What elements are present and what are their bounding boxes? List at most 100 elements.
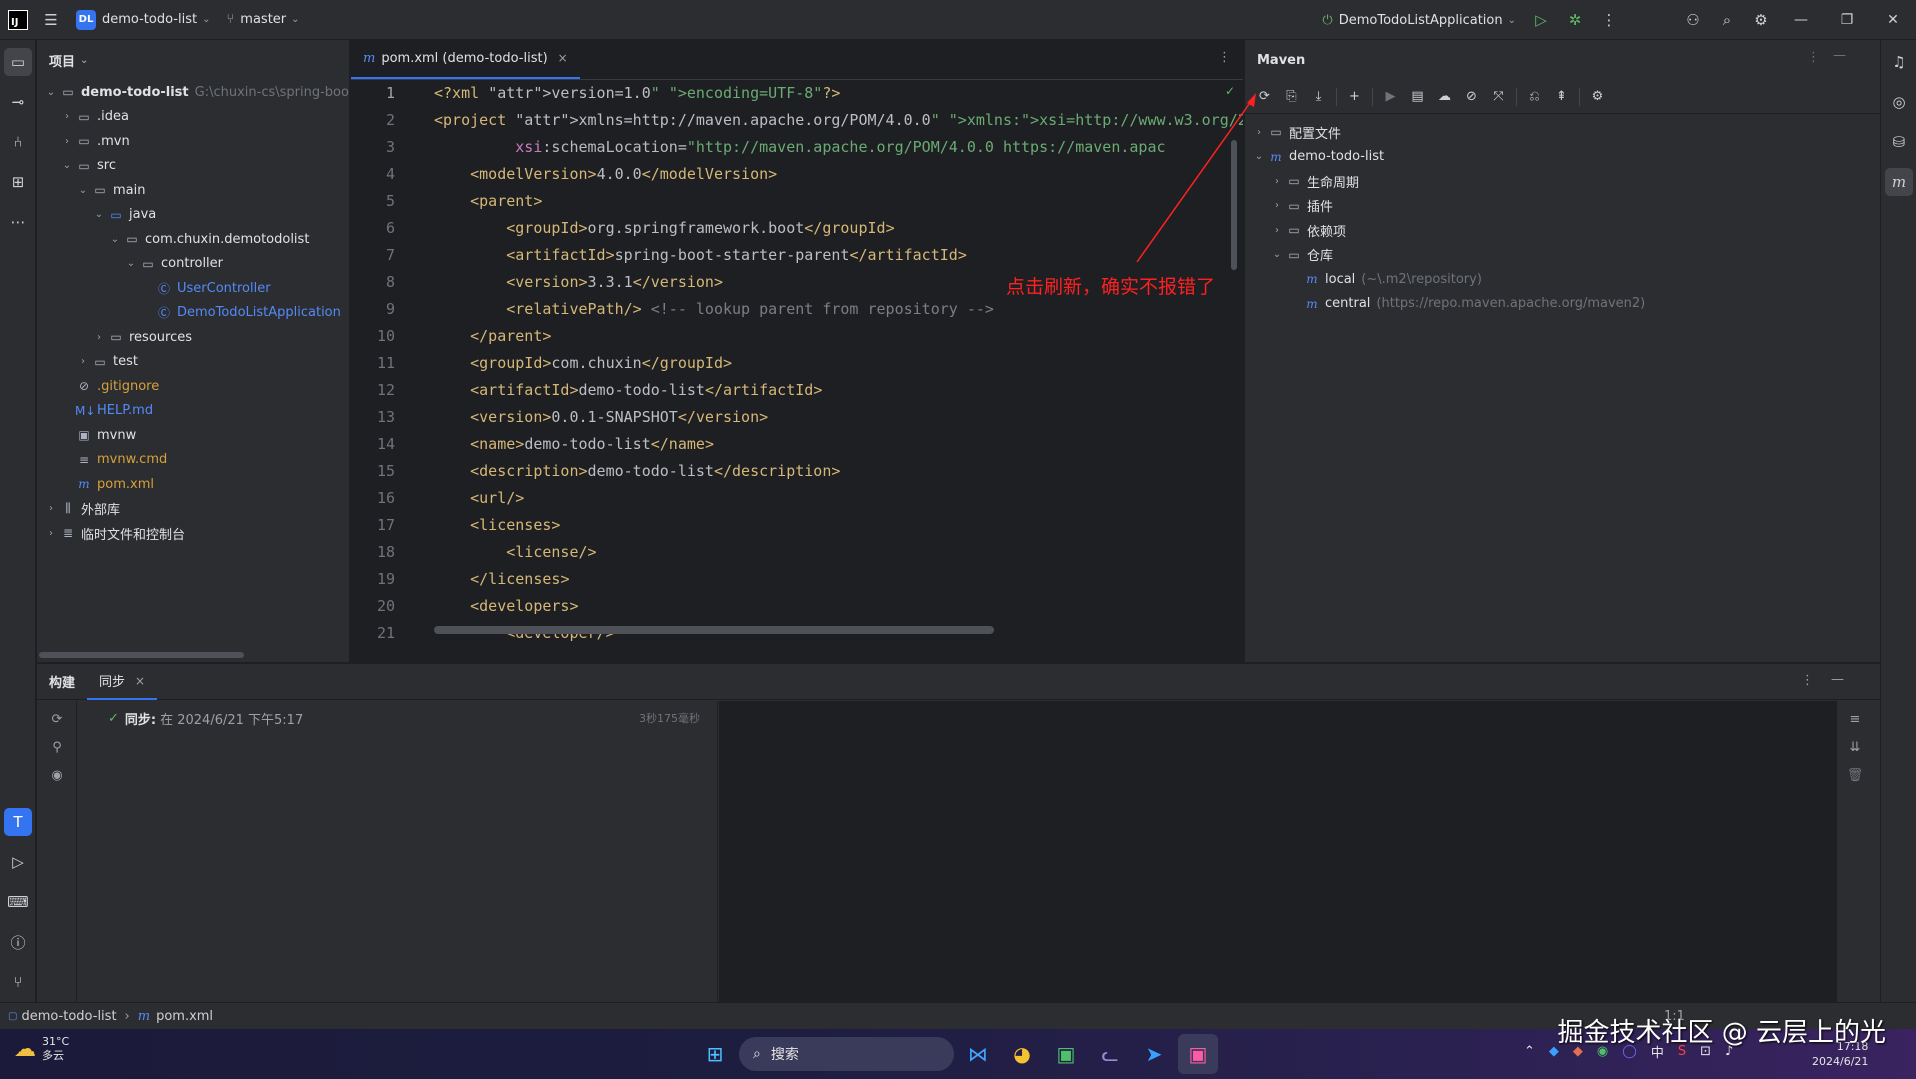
branch-selector[interactable]: ⑂ master ⌄: [218, 6, 307, 34]
tree-row[interactable]: ⌄ ▭ main: [37, 178, 146, 202]
more-actions-icon[interactable]: ⋮: [1592, 0, 1626, 40]
chevron-down-icon[interactable]: ⌄: [91, 209, 107, 220]
taskbar-search[interactable]: ⌕ 搜索: [739, 1037, 954, 1071]
chevron-right-icon[interactable]: ›: [59, 136, 75, 147]
soft-wrap-icon[interactable]: ≡: [1837, 705, 1873, 733]
chevron-right-icon[interactable]: ›: [1269, 176, 1285, 187]
chevron-right-icon[interactable]: ›: [43, 503, 59, 514]
terminal-app-icon[interactable]: ▣: [1046, 1034, 1086, 1074]
chevron-right-icon[interactable]: ›: [1269, 225, 1285, 236]
minimize-icon[interactable]: —: [1778, 0, 1824, 40]
close-tab-icon[interactable]: ×: [558, 51, 568, 65]
tree-row[interactable]: Ⓒ DemoTodoListApplication: [37, 301, 341, 325]
tree-row[interactable]: › ⫼ 外部库: [37, 497, 120, 521]
chevron-right-icon[interactable]: ›: [1269, 200, 1285, 211]
maven-tree-row[interactable]: m local (~\.m2\repository): [1245, 267, 1482, 291]
code-line[interactable]: <?xml "attr">version=1.0" ">encoding=UTF…: [434, 80, 840, 107]
code-line[interactable]: <modelVersion>4.0.0</modelVersion>: [434, 161, 777, 188]
horizontal-scrollbar[interactable]: [39, 652, 244, 658]
execute-goal-icon[interactable]: ▤: [1404, 83, 1431, 111]
vertical-scrollbar[interactable]: [1231, 140, 1237, 270]
project-selector[interactable]: DL demo-todo-list ⌄: [68, 6, 218, 34]
clear-icon[interactable]: 🗑: [1837, 761, 1873, 789]
breadcrumb-file[interactable]: pom.xml: [156, 1009, 213, 1024]
chrome-icon[interactable]: ◕: [1002, 1034, 1042, 1074]
tree-row[interactable]: Ⓒ UserController: [37, 276, 271, 300]
tree-row[interactable]: ⌄ ▭ java: [37, 203, 156, 227]
hide-panel-icon[interactable]: —: [1833, 48, 1846, 63]
tree-row[interactable]: › ▭ .idea: [37, 105, 129, 129]
maven-tree-row[interactable]: ⌄ m demo-todo-list: [1245, 145, 1384, 169]
intellij-logo-icon[interactable]: IJ: [8, 9, 28, 30]
code-line[interactable]: <license/>: [434, 539, 596, 566]
maven-icon[interactable]: m: [1885, 168, 1913, 196]
hide-panel-icon[interactable]: —: [1831, 672, 1844, 687]
tray-expand-icon[interactable]: ⌃: [1524, 1044, 1535, 1059]
maven-tree-row[interactable]: › ▭ 配置文件: [1245, 120, 1341, 144]
main-menu-icon[interactable]: ☰: [34, 0, 68, 40]
offline-mode-icon[interactable]: ☁: [1431, 83, 1458, 111]
search-icon[interactable]: ⌕: [1710, 0, 1744, 40]
git-icon[interactable]: ⑂: [4, 968, 32, 996]
code-line[interactable]: <relativePath/> <!-- lookup parent from …: [434, 296, 994, 323]
tree-row[interactable]: › ▭ .mvn: [37, 129, 130, 153]
code-line[interactable]: </licenses>: [434, 566, 569, 593]
commit-icon[interactable]: ⊸: [4, 88, 32, 116]
build-output[interactable]: ≡ ⇊ 🗑: [719, 701, 1873, 1003]
tree-row[interactable]: ▣ mvnw: [37, 423, 136, 447]
collapse-icon[interactable]: ⤧: [1485, 83, 1512, 111]
add-icon[interactable]: +: [1341, 83, 1368, 111]
tree-row[interactable]: ≡ mvnw.cmd: [37, 448, 167, 472]
chevron-down-icon[interactable]: ⌄: [107, 234, 123, 245]
run-maven-icon[interactable]: ▶: [1377, 83, 1404, 111]
tree-row[interactable]: › ≣ 临时文件和控制台: [37, 521, 185, 545]
panel-options-icon[interactable]: ⋮: [1807, 50, 1820, 65]
maven-tree-row[interactable]: › ▭ 插件: [1245, 194, 1333, 218]
download-icon[interactable]: ⤓: [1305, 83, 1332, 111]
tree-row[interactable]: M↓ HELP.md: [37, 399, 153, 423]
tree-row[interactable]: ⌄ ▭ controller: [37, 252, 223, 276]
feishu-icon[interactable]: ➤: [1134, 1034, 1174, 1074]
code-area[interactable]: <?xml "attr">version=1.0" ">encoding=UTF…: [431, 80, 1243, 662]
chevron-down-icon[interactable]: ⌄: [75, 185, 91, 196]
tab-more-icon[interactable]: ⋮: [1218, 50, 1231, 65]
code-line[interactable]: <groupId>org.springframework.boot</group…: [434, 215, 894, 242]
services-icon[interactable]: ▷: [4, 848, 32, 876]
chevron-right-icon[interactable]: ›: [43, 528, 59, 539]
resync-icon[interactable]: ⟳: [37, 705, 77, 733]
terminal-icon[interactable]: ⌨: [4, 888, 32, 916]
panel-options-icon[interactable]: ⋮: [1801, 673, 1814, 688]
project-folder-icon[interactable]: ▭: [4, 48, 32, 76]
sync-result-row[interactable]: ✓ 同步: 在 2024/6/21 下午5:17 3秒175毫秒: [108, 707, 708, 729]
skip-tests-icon[interactable]: ⊘: [1458, 83, 1485, 111]
code-line[interactable]: xsi:schemaLocation="http://maven.apache.…: [434, 134, 1165, 161]
pull-requests-icon[interactable]: ⑃: [4, 128, 32, 156]
chevron-down-icon[interactable]: ⌄: [123, 258, 139, 269]
maven-tree-row[interactable]: ⌄ ▭ 仓库: [1245, 243, 1333, 267]
maven-tree-row[interactable]: m central (https://repo.maven.apache.org/m…: [1245, 292, 1645, 316]
tab-build[interactable]: 构建: [37, 664, 87, 700]
code-line[interactable]: </parent>: [434, 323, 551, 350]
weather-widget[interactable]: ☁ 31°C 多云: [14, 1035, 69, 1063]
cat-app-icon[interactable]: ᓚ: [1090, 1034, 1130, 1074]
code-line[interactable]: <artifactId>spring-boot-starter-parent</…: [434, 242, 967, 269]
chevron-down-icon[interactable]: ⌄: [59, 160, 75, 171]
close-tab-icon[interactable]: ×: [135, 674, 145, 688]
chevron-right-icon[interactable]: ›: [91, 332, 107, 343]
run-icon[interactable]: ▷: [1524, 0, 1558, 40]
restore-icon[interactable]: ❐: [1824, 0, 1870, 40]
maven-settings-icon[interactable]: ⚙: [1584, 83, 1611, 111]
tree-row[interactable]: ⌄ ▭ demo-todo-list G:\chuxin-cs\spring-boo: [37, 80, 349, 104]
collapse-all-icon[interactable]: ⇞: [1548, 83, 1575, 111]
editor-tab-pom[interactable]: m pom.xml (demo-todo-list) ×: [351, 40, 580, 79]
debug-icon[interactable]: ✲: [1558, 0, 1592, 40]
database-icon[interactable]: ⛁: [1885, 128, 1913, 156]
tree-row[interactable]: ⊘ .gitignore: [37, 374, 159, 398]
code-line[interactable]: <version>3.3.1</version>: [434, 269, 723, 296]
settings-gear-icon[interactable]: ⚙: [1744, 0, 1778, 40]
windows-start-icon[interactable]: ⊞: [695, 1034, 735, 1074]
maven-tree-row[interactable]: › ▭ 生命周期: [1245, 169, 1359, 193]
chevron-down-icon[interactable]: ⌄: [1269, 249, 1285, 260]
chevron-right-icon[interactable]: ›: [1251, 127, 1267, 138]
notifications-bell-icon[interactable]: ♫: [1885, 48, 1913, 76]
